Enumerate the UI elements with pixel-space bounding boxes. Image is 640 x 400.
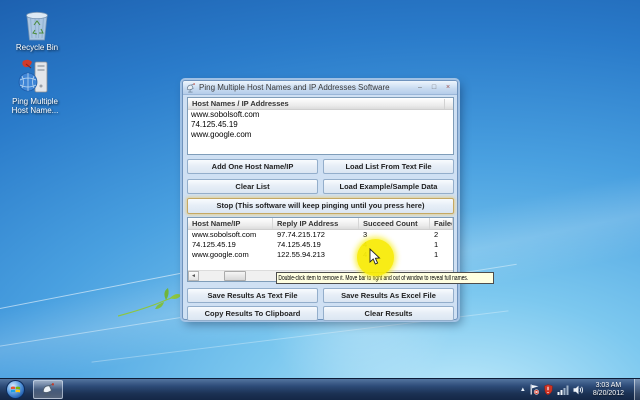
scroll-left-arrow[interactable]: ◄ — [188, 271, 199, 281]
host-list-item[interactable]: www.google.com — [188, 130, 453, 140]
minimize-button[interactable]: – — [414, 83, 426, 93]
results-table-header[interactable]: Host Name/IP Reply IP Address Succeed Co… — [188, 218, 453, 230]
host-list-column-header[interactable]: Host Names / IP Addresses — [188, 98, 453, 110]
maximize-button[interactable]: □ — [428, 83, 440, 93]
app-window: Ping Multiple Host Names and IP Addresse… — [182, 80, 458, 321]
stop-button[interactable]: Stop (This software will keep pinging un… — [187, 198, 454, 214]
column-divider — [444, 99, 445, 109]
column-header[interactable]: Failed Co — [430, 218, 453, 229]
host-names-list[interactable]: Host Names / IP Addresses www.sobolsoft.… — [187, 97, 454, 155]
desktop-icon-ping-app[interactable]: Ping Multiple Host Name... — [6, 58, 64, 115]
tooltip: Double-click item to remove it. Move bar… — [276, 272, 494, 284]
windows-logo-icon — [10, 386, 21, 393]
window-title: Ping Multiple Host Names and IP Addresse… — [199, 83, 390, 92]
copy-clipboard-button[interactable]: Copy Results To Clipboard — [187, 306, 318, 321]
host-list-item[interactable]: 74.125.45.19 — [188, 120, 453, 130]
satellite-dish-icon — [42, 382, 54, 396]
scrollbar-thumb[interactable] — [224, 271, 246, 281]
table-row[interactable]: 74.125.45.19 74.125.45.19 4 1 — [188, 240, 453, 250]
save-text-button[interactable]: Save Results As Text File — [187, 288, 318, 303]
column-header[interactable]: Reply IP Address — [273, 218, 359, 229]
satellite-dish-icon — [186, 82, 195, 92]
table-row[interactable]: www.sobolsoft.com 97.74.215.172 3 2 — [188, 230, 453, 240]
add-host-button[interactable]: Add One Host Name/IP — [187, 159, 318, 174]
clear-results-button[interactable]: Clear Results — [323, 306, 454, 321]
table-row[interactable]: www.google.com 122.55.94.213 4 1 — [188, 250, 453, 260]
desktop-icon-recycle-bin[interactable]: Recycle Bin — [8, 8, 66, 52]
start-button[interactable] — [6, 380, 25, 399]
taskbar-app-ping[interactable] — [33, 380, 63, 399]
taskbar: ▲ 3:03 AM 8/20/2012 — [0, 378, 640, 400]
desktop-icon-label: Ping Multiple Host Name... — [11, 97, 59, 115]
show-desktop-button[interactable] — [634, 378, 640, 400]
system-tray: ▲ 3:03 AM 8/20/2012 — [520, 378, 640, 400]
host-list-item[interactable]: www.sobolsoft.com — [188, 110, 453, 120]
clock-time: 3:03 AM — [595, 381, 622, 389]
show-hidden-icons-arrow[interactable]: ▲ — [520, 387, 526, 393]
ping-app-icon — [18, 59, 48, 93]
clock-date: 8/20/2012 — [592, 389, 624, 397]
column-header[interactable]: Succeed Count — [359, 218, 430, 229]
save-excel-button[interactable]: Save Results As Excel File — [323, 288, 454, 303]
column-header[interactable]: Host Name/IP — [188, 218, 273, 229]
window-controls: – □ × — [414, 83, 454, 93]
security-alert-icon[interactable] — [543, 384, 553, 395]
network-icon[interactable] — [557, 385, 569, 395]
taskbar-clock[interactable]: 3:03 AM 8/20/2012 — [593, 382, 624, 398]
close-button[interactable]: × — [442, 83, 454, 93]
desktop-icon-label: Recycle Bin — [15, 43, 59, 52]
window-titlebar[interactable]: Ping Multiple Host Names and IP Addresse… — [183, 81, 457, 95]
load-list-button[interactable]: Load List From Text File — [323, 159, 454, 174]
load-example-button[interactable]: Load Example/Sample Data — [323, 179, 454, 194]
volume-icon[interactable] — [573, 385, 584, 395]
mouse-cursor — [369, 248, 381, 265]
recycle-bin-icon — [26, 11, 48, 41]
clear-list-button[interactable]: Clear List — [187, 179, 318, 194]
action-center-flag-icon[interactable] — [530, 384, 539, 395]
